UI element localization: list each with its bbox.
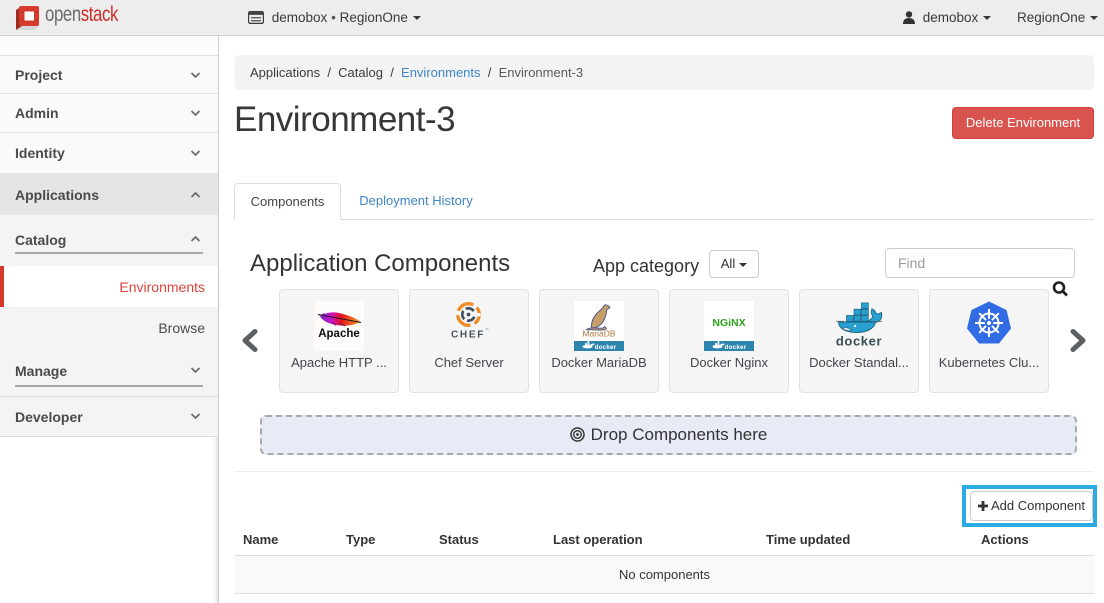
svg-text:MariaDB: MariaDB xyxy=(582,329,615,339)
svg-text:docker: docker xyxy=(725,344,747,351)
svg-text:docker: docker xyxy=(836,334,882,349)
svg-text:Apache: Apache xyxy=(318,328,360,340)
svg-text:docker: docker xyxy=(595,344,617,351)
svg-text:CHEF: CHEF xyxy=(451,330,485,341)
svg-text:NGiNX: NGiNX xyxy=(712,317,745,329)
